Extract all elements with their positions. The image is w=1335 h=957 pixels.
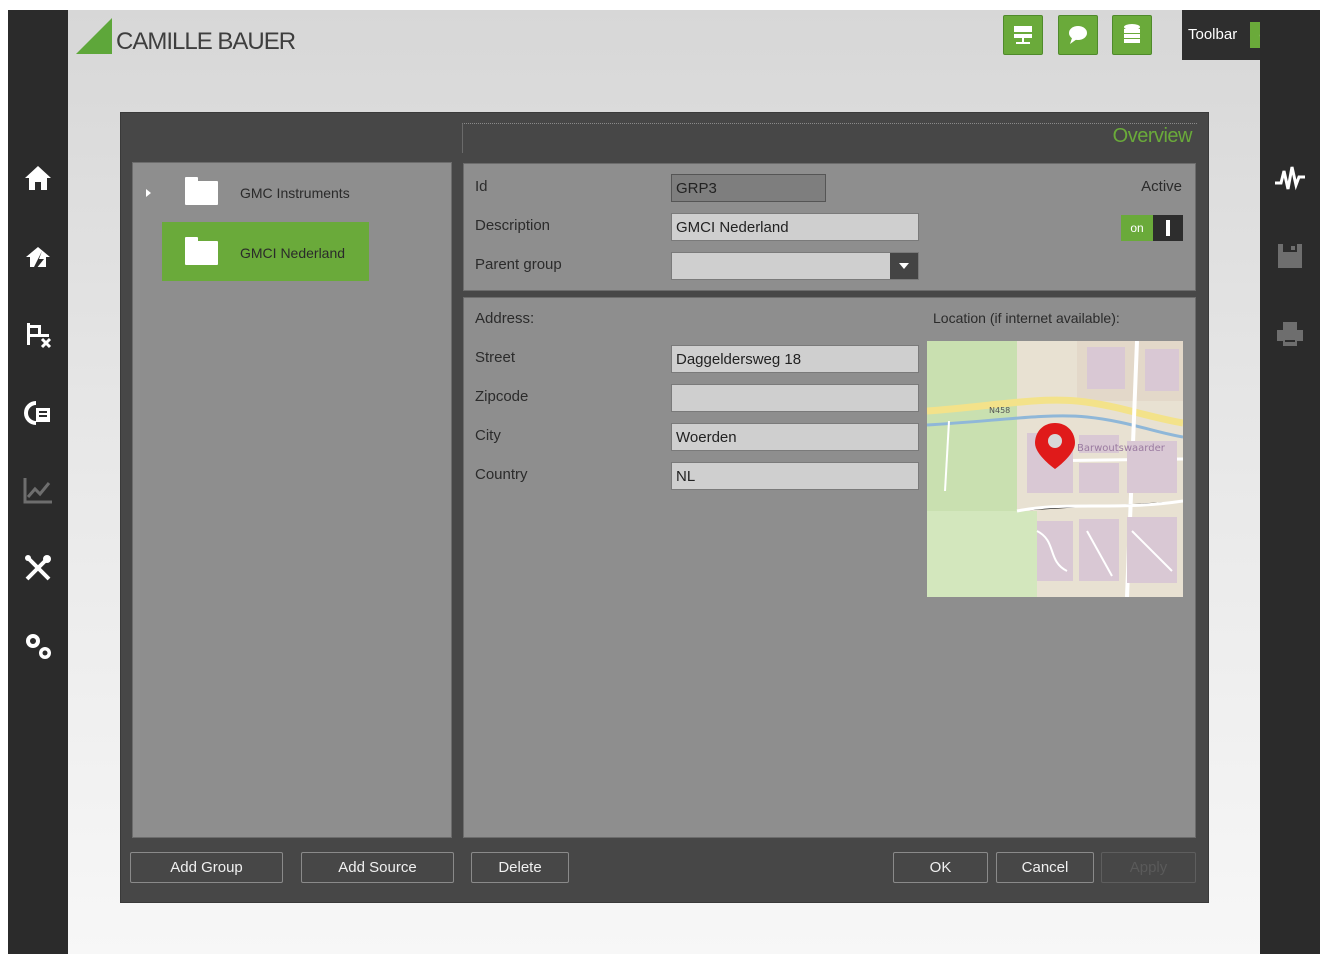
- toggle-on-label: on: [1121, 215, 1153, 241]
- id-field: [671, 174, 826, 202]
- location-label: Location (if internet available):: [933, 310, 1120, 326]
- description-field[interactable]: [671, 213, 919, 241]
- network-icon[interactable]: [1003, 15, 1043, 55]
- right-nav: [1260, 10, 1320, 954]
- tree-item-gmc-instruments[interactable]: GMC Instruments: [146, 177, 350, 208]
- zipcode-field[interactable]: [671, 384, 919, 412]
- description-label: Description: [475, 217, 551, 234]
- toolbar-label: Toolbar: [1188, 26, 1238, 43]
- active-label: Active: [1141, 178, 1182, 195]
- parent-group-dropdown[interactable]: [671, 252, 919, 280]
- chevron-down-icon[interactable]: [890, 253, 918, 279]
- city-label: City: [475, 427, 501, 444]
- id-label: Id: [475, 178, 488, 195]
- address-label: Address:: [475, 310, 535, 327]
- logo-mark: [76, 18, 112, 54]
- folder-icon: [185, 177, 218, 205]
- tree-item-label: GMC Instruments: [240, 185, 350, 201]
- ok-button[interactable]: OK: [893, 852, 988, 883]
- map-district-label: Barwoutswaarder: [1077, 443, 1166, 454]
- chart-icon[interactable]: [8, 470, 68, 510]
- zipcode-label: Zipcode: [475, 388, 529, 405]
- active-toggle[interactable]: on: [1121, 215, 1183, 241]
- cancel-button[interactable]: Cancel: [996, 852, 1094, 883]
- country-label: Country: [475, 466, 528, 483]
- street-label: Street: [475, 349, 516, 366]
- city-field[interactable]: [671, 423, 919, 451]
- apply-button[interactable]: Apply: [1101, 852, 1196, 883]
- add-group-button[interactable]: Add Group: [130, 852, 283, 883]
- print-icon[interactable]: [1260, 314, 1320, 354]
- expand-arrow-icon[interactable]: [146, 189, 151, 197]
- map-road-label: N458: [989, 406, 1010, 415]
- tree-item-label: GMCI Nederland: [240, 245, 346, 261]
- topology-icon[interactable]: [8, 314, 68, 354]
- dashboard-icon[interactable]: [8, 392, 68, 432]
- chat-icon[interactable]: [1058, 15, 1098, 55]
- save-icon[interactable]: [1260, 236, 1320, 276]
- tree-item-gmci-nederland[interactable]: GMCI Nederland: [185, 237, 346, 268]
- parent-group-label: Parent group: [475, 256, 562, 273]
- tools-icon[interactable]: [8, 548, 68, 588]
- location-map[interactable]: N458 Barwoutswaarder: [927, 341, 1183, 597]
- folder-icon: [185, 237, 218, 265]
- waveform-icon[interactable]: [1260, 158, 1320, 198]
- left-nav: [8, 10, 68, 954]
- street-field[interactable]: [671, 345, 919, 373]
- logo-text: CAMILLE BAUER: [116, 28, 296, 55]
- country-field[interactable]: [671, 462, 919, 490]
- overview-title: Overview: [1112, 125, 1193, 147]
- toggle-knob: [1153, 215, 1183, 241]
- alarm-icon[interactable]: [8, 236, 68, 276]
- database-icon[interactable]: [1112, 15, 1152, 55]
- delete-button[interactable]: Delete: [471, 852, 569, 883]
- home-icon[interactable]: [8, 158, 68, 198]
- add-source-button[interactable]: Add Source: [301, 852, 454, 883]
- settings-icon[interactable]: [8, 626, 68, 666]
